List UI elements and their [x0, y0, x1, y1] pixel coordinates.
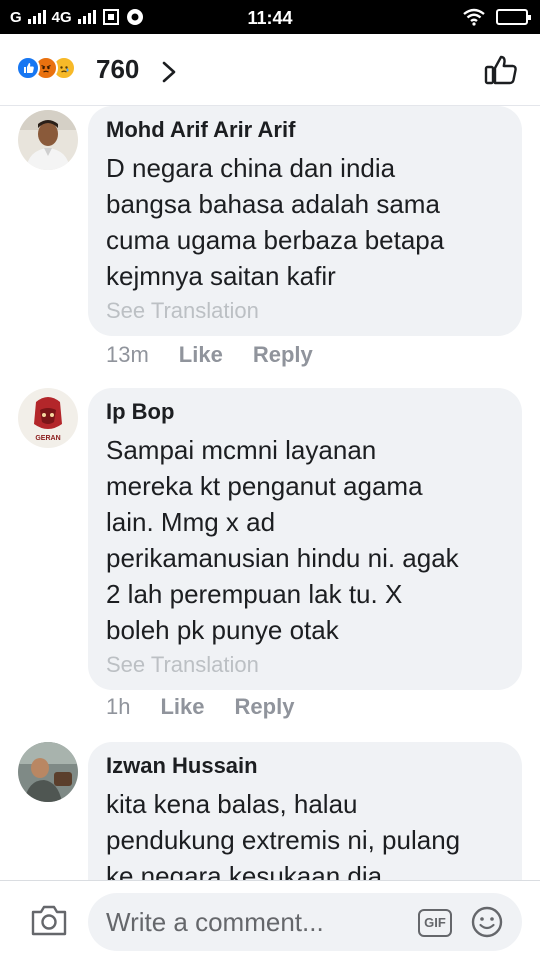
reactions-summary[interactable]	[16, 56, 76, 80]
clock: 11:44	[247, 8, 293, 28]
like-button[interactable]: Like	[179, 342, 223, 368]
see-translation-link[interactable]: See Translation	[106, 650, 504, 680]
avatar-logo-text: GERAN	[35, 435, 60, 442]
like-reaction-icon	[16, 56, 40, 80]
reply-button[interactable]: Reply	[253, 342, 313, 368]
comment-input[interactable]: Write a comment... GIF	[88, 893, 522, 951]
gif-button[interactable]: GIF	[418, 909, 452, 937]
comment-bubble[interactable]: Izwan Hussain kita kena balas, halau pen…	[88, 742, 522, 880]
reaction-count[interactable]: 760	[96, 54, 139, 85]
comment-composer: Write a comment... GIF	[0, 880, 540, 960]
avatar[interactable]: GERAN	[18, 388, 78, 448]
comment-time: 1h	[106, 694, 131, 719]
comment-actions: 13m Like Reply	[106, 342, 313, 368]
comment-author[interactable]: Izwan Hussain	[106, 752, 504, 780]
comment-bubble[interactable]: Ip Bop Sampai mcmni layanan mereka kt pe…	[88, 388, 522, 690]
comment-item: Izwan Hussain kita kena balas, halau pen…	[0, 742, 540, 880]
avatar[interactable]	[18, 742, 78, 802]
chevron-right-icon[interactable]	[160, 60, 178, 84]
comment-text: D negara china dan india bangsa bahasa a…	[106, 153, 445, 291]
status-bar: G 4G 11:44	[0, 0, 540, 34]
comment-author[interactable]: Mohd Arif Arir Arif	[106, 116, 504, 144]
see-translation-link[interactable]: See Translation	[106, 296, 504, 326]
camera-icon[interactable]	[30, 903, 68, 937]
comment-input-placeholder: Write a comment...	[106, 907, 324, 937]
emoji-icon[interactable]	[470, 905, 504, 939]
comment-text: Sampai mcmni layanan mereka kt penganut …	[106, 435, 459, 645]
status-right	[462, 8, 531, 26]
reactions-header: 760	[0, 34, 540, 106]
like-button[interactable]: Like	[160, 694, 204, 720]
comment-bubble[interactable]: Mohd Arif Arir Arif D negara china dan i…	[88, 106, 522, 336]
comment-author[interactable]: Ip Bop	[106, 398, 504, 426]
reply-button[interactable]: Reply	[235, 694, 295, 720]
comment-text: kita kena balas, halau pendukung extremi…	[106, 789, 461, 880]
comment-time: 13m	[106, 342, 149, 367]
like-outline-icon[interactable]	[484, 54, 518, 86]
battery-icon	[496, 9, 531, 25]
avatar[interactable]	[18, 110, 78, 170]
wifi-icon	[463, 8, 485, 26]
comment-actions: 1h Like Reply	[106, 694, 294, 720]
